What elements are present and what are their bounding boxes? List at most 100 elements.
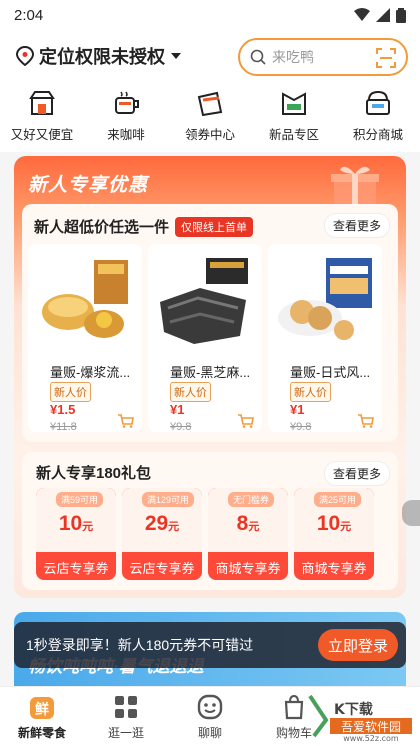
coupon-value: 10 — [316, 512, 341, 535]
watermark-mark: K下载 — [334, 701, 373, 718]
login-button[interactable]: 立即登录 — [318, 629, 398, 661]
product-name: 量贩-黑芝麻... — [170, 365, 251, 380]
product-image — [42, 260, 128, 338]
product-card[interactable]: 量贩-黑芝麻... 新人价 ¥1 ¥9.8 — [148, 244, 262, 432]
original-price: ¥11.8 — [50, 421, 77, 432]
coupon-label: 云店专享券 — [43, 561, 109, 576]
location-selector[interactable]: 定位权限未授权 — [16, 43, 182, 69]
quick-entry-bargain[interactable]: 又好又便宜 — [4, 88, 80, 143]
chat-icon — [197, 694, 223, 720]
tab-label: 聊聊 — [197, 726, 222, 740]
coupon-condition: 满59可用 — [56, 492, 104, 507]
signal-icon — [376, 8, 390, 22]
quick-entry-points[interactable]: 积分商城 — [340, 88, 416, 143]
scan-icon[interactable] — [376, 48, 396, 68]
add-to-cart-icon[interactable] — [358, 414, 374, 428]
coupon-value: 8 — [236, 512, 249, 535]
quick-entry-coupons[interactable]: 领券中心 — [172, 88, 248, 143]
promo-title: 新人专享优惠 — [28, 175, 149, 196]
coupon-card[interactable]: 无门槛券 8元 商城专享券 — [208, 488, 288, 580]
quick-entry-label: 积分商城 — [352, 128, 403, 142]
coupon-amount: 8元 — [208, 512, 288, 536]
status-time: 2:04 — [14, 6, 44, 24]
coupon-value: 10 — [58, 512, 83, 535]
quick-entry-coffee[interactable]: 来咖啡 — [88, 88, 164, 143]
watermark-text: 吾爱软件园 — [341, 720, 401, 734]
coupon-condition: 满25可用 — [314, 492, 362, 507]
product-card[interactable]: 量贩-日式风... 新人价 ¥1 ¥9.8 — [268, 244, 382, 432]
coupon-unit: 元 — [248, 521, 260, 533]
add-to-cart-icon[interactable] — [118, 414, 134, 428]
coupon-card[interactable]: 满129可用 29元 云店专享券 — [122, 488, 202, 580]
status-icons — [354, 7, 406, 23]
wifi-icon — [354, 8, 370, 21]
gift-pack-section: 新人专享180礼包 查看更多 满59可用 10元 云店专享券 满129可用 29… — [22, 452, 398, 590]
coupon-label: 商城专享券 — [215, 561, 281, 576]
low-price-header: 新人超低价任选一件 仅限线上首单 — [34, 216, 254, 237]
grid-icon — [115, 696, 137, 718]
coupon-amount: 10元 — [36, 512, 116, 536]
see-more-button[interactable]: 查看更多 — [323, 213, 390, 238]
coupon-card[interactable]: 满59可用 10元 云店专享券 — [36, 488, 116, 580]
product-image — [160, 258, 248, 344]
store-icon — [29, 91, 55, 115]
add-to-cart-icon[interactable] — [238, 414, 254, 428]
quick-entry-label: 又好又便宜 — [10, 128, 74, 142]
tab-fresh[interactable]: 鲜 新鲜零食 — [7, 693, 77, 741]
section-title: 新人超低价任选一件 — [34, 219, 170, 236]
top-header: 定位权限未授权 来吃鸭 — [0, 30, 420, 82]
first-order-badge: 仅限线上首单 — [175, 216, 254, 237]
login-message: 1秒登录即享！新人180元券不可错过 — [26, 637, 254, 653]
coupon-icon — [197, 91, 223, 117]
tab-browse[interactable]: 逛一逛 — [91, 693, 161, 741]
coupon-condition: 满129可用 — [142, 492, 195, 507]
search-icon — [250, 49, 266, 65]
watermark-url: www.52z.com — [343, 734, 399, 742]
newcomer-price-tag: 新人价 — [170, 382, 211, 402]
product-image — [278, 258, 372, 340]
search-placeholder: 来吃鸭 — [272, 49, 314, 65]
svg-text:鲜: 鲜 — [35, 701, 49, 718]
battery-icon — [396, 7, 406, 23]
new-bag-icon — [282, 92, 306, 115]
location-pin-icon — [16, 46, 34, 66]
coupon-value: 29 — [144, 512, 169, 535]
quick-entry-label: 领券中心 — [184, 128, 235, 142]
tab-label: 逛一逛 — [107, 726, 144, 740]
quick-entry-label: 来咖啡 — [107, 128, 145, 142]
tab-label: 新鲜零食 — [17, 726, 66, 740]
quick-entry-new[interactable]: 新品专区 — [256, 88, 332, 143]
coupon-card[interactable]: 满25可用 10元 商城专享券 — [294, 488, 374, 580]
original-price: ¥9.8 — [290, 421, 312, 432]
coupon-amount: 10元 — [294, 512, 374, 536]
newcomer-price-tag: 新人价 — [290, 382, 331, 402]
login-prompt-bar: 1秒登录即享！新人180元券不可错过 立即登录 — [14, 622, 406, 668]
newcomer-price-tag: 新人价 — [50, 382, 91, 402]
chevron-down-icon — [171, 53, 181, 59]
quick-entry-label: 新品专区 — [268, 128, 319, 142]
location-label: 定位权限未授权 — [39, 47, 165, 67]
product-price: ¥1 — [170, 402, 185, 417]
points-mall-icon — [366, 90, 390, 115]
coupon-label: 云店专享券 — [129, 561, 195, 576]
original-price: ¥9.8 — [170, 421, 192, 432]
product-list: 量贩-爆浆流... 新人价 ¥1.5 ¥11.8 量贩-黑芝麻... 新人价 ¥… — [28, 244, 382, 432]
coupon-amount: 29元 — [122, 512, 202, 536]
coupon-list: 满59可用 10元 云店专享券 满129可用 29元 云店专享券 无门槛券 8元… — [36, 488, 374, 580]
low-price-section: 新人超低价任选一件 仅限线上首单 查看更多 量贩-爆浆流... 新人价 ¥1.5… — [22, 204, 398, 442]
tab-chat[interactable]: 聊聊 — [175, 693, 245, 741]
product-name: 量贩-爆浆流... — [50, 365, 131, 380]
search-box[interactable]: 来吃鸭 — [238, 38, 408, 76]
scroll-right-arrow[interactable] — [402, 500, 420, 526]
product-price: ¥1 — [290, 402, 305, 417]
product-price: ¥1.5 — [50, 402, 76, 417]
coupon-condition: 无门槛券 — [228, 492, 275, 507]
coupon-unit: 元 — [340, 521, 352, 533]
see-more-button[interactable]: 查看更多 — [323, 461, 390, 486]
quick-entry-bar: 又好又便宜 来咖啡 领券中心 新品专区 积分商城 — [0, 82, 420, 152]
product-card[interactable]: 量贩-爆浆流... 新人价 ¥1.5 ¥11.8 — [28, 244, 142, 432]
status-bar: 2:04 — [0, 0, 420, 30]
coupon-unit: 元 — [168, 521, 180, 533]
coupon-label: 商城专享券 — [301, 561, 367, 576]
fresh-icon: 鲜 — [30, 697, 54, 719]
